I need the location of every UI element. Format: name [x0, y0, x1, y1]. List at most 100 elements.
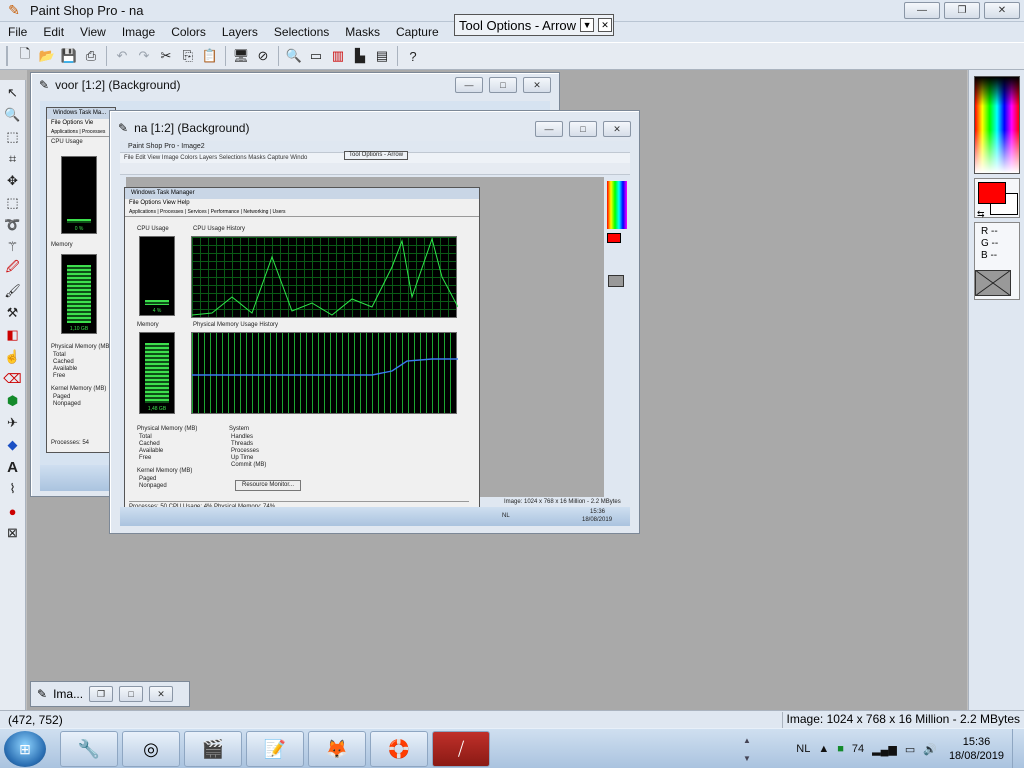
- document-minimize-button[interactable]: —: [455, 77, 483, 93]
- zoom-tool-icon[interactable]: 🔍: [2, 104, 24, 126]
- paintbrush-tool-icon[interactable]: 🖌: [2, 280, 24, 302]
- toggle-histogram-icon[interactable]: ▙: [349, 45, 371, 67]
- color-swatches: ⇆: [974, 178, 1020, 220]
- crop-tool-icon[interactable]: ⌗: [2, 148, 24, 170]
- paste-icon[interactable]: 📋: [199, 45, 221, 67]
- menu-image[interactable]: Image: [114, 25, 163, 39]
- tray-app-icon[interactable]: ■: [833, 743, 848, 755]
- document-minimize-button[interactable]: —: [535, 121, 563, 137]
- document-close-button[interactable]: ✕: [523, 77, 551, 93]
- image-info: Image: 1024 x 768 x 16 Million - 2.2 MBy…: [781, 712, 1020, 728]
- minimize-button[interactable]: —: [904, 2, 940, 19]
- toolbar-grip[interactable]: [6, 46, 10, 66]
- freehand-tool-icon[interactable]: ➰: [2, 214, 24, 236]
- toggle-layer-palette-icon[interactable]: ▤: [371, 45, 393, 67]
- selection-tool-icon[interactable]: ⬚: [2, 192, 24, 214]
- battery-icon[interactable]: ▭: [901, 743, 919, 756]
- cursor-coordinates: (472, 752): [8, 712, 63, 727]
- tool-options-dropdown-button[interactable]: ▼: [580, 18, 595, 32]
- open-icon[interactable]: 📂: [36, 45, 58, 67]
- minimized-close-button[interactable]: ✕: [149, 686, 174, 702]
- clone-brush-tool-icon[interactable]: ⚒: [2, 302, 24, 324]
- draw-tool-icon[interactable]: ⌇: [2, 478, 24, 500]
- swap-colors-icon[interactable]: ⇆: [977, 209, 985, 220]
- color-spectrum[interactable]: [974, 76, 1020, 174]
- deformation-tool-icon[interactable]: ⬚: [2, 126, 24, 148]
- full-screen-preview-icon[interactable]: 🖥: [230, 45, 252, 67]
- menu-colors[interactable]: Colors: [163, 25, 214, 39]
- menu-view[interactable]: View: [72, 25, 114, 39]
- minimized-document-window[interactable]: ✎ Ima... ❐ □ ✕: [30, 681, 190, 707]
- document-window-na[interactable]: ✎ na [1:2] (Background) — □ ✕ Paint Shop…: [109, 110, 640, 534]
- zoom-icon[interactable]: 🔍: [283, 45, 305, 67]
- minimized-restore-button[interactable]: ❐: [89, 686, 114, 702]
- text-tool-icon[interactable]: A: [2, 456, 24, 478]
- document-canvas[interactable]: Paint Shop Pro - Image2 File Edit View I…: [120, 141, 630, 526]
- tray-number[interactable]: 74: [848, 743, 868, 755]
- cut-icon[interactable]: ✂: [155, 45, 177, 67]
- memory-label: Memory: [137, 322, 159, 328]
- document-maximize-button[interactable]: □: [489, 77, 517, 93]
- cpu-history-graph: [191, 236, 458, 318]
- menu-capture[interactable]: Capture: [388, 25, 447, 39]
- toolbar-separator: [397, 46, 398, 66]
- show-hidden-icons[interactable]: ▲: [814, 743, 833, 755]
- print-icon[interactable]: ⎙: [80, 45, 102, 67]
- transparent-no-fill-icon[interactable]: [975, 270, 1011, 296]
- copy-icon[interactable]: ⎘: [177, 45, 199, 67]
- menu-selections[interactable]: Selections: [266, 25, 337, 39]
- menu-layers[interactable]: Layers: [214, 25, 266, 39]
- eraser-tool-icon[interactable]: ⌫: [2, 368, 24, 390]
- control-panel-icon[interactable]: 🔧: [60, 731, 118, 767]
- flood-fill-tool-icon[interactable]: ◆: [2, 434, 24, 456]
- redo-icon[interactable]: ↷: [133, 45, 155, 67]
- video-editor-icon[interactable]: 🎬: [184, 731, 242, 767]
- help-lifebuoy-icon[interactable]: 🛟: [370, 731, 428, 767]
- undo-icon[interactable]: ↶: [111, 45, 133, 67]
- retouch-tool-icon[interactable]: ☝: [2, 346, 24, 368]
- tool-options-close-button[interactable]: ✕: [598, 18, 613, 32]
- pdf-reader-icon[interactable]: ⧸: [432, 731, 490, 767]
- volume-icon[interactable]: 🔊: [919, 743, 941, 756]
- menu-edit[interactable]: Edit: [35, 25, 72, 39]
- picture-tube-tool-icon[interactable]: ⬢: [2, 390, 24, 412]
- g-value: G --: [981, 238, 999, 249]
- minimized-maximize-button[interactable]: □: [119, 686, 144, 702]
- notepad-icon[interactable]: 📝: [246, 731, 304, 767]
- screenshot-color-panel: [604, 177, 630, 497]
- network-icon[interactable]: ▂▄▆: [868, 743, 901, 756]
- menu-masks[interactable]: Masks: [337, 25, 388, 39]
- firefox-icon[interactable]: 🦊: [308, 731, 366, 767]
- tray-scroll[interactable]: ▲ ▼: [742, 731, 752, 767]
- save-icon[interactable]: 💾: [58, 45, 80, 67]
- cpu-usage-label: CPU Usage: [137, 226, 169, 232]
- document-close-button[interactable]: ✕: [603, 121, 631, 137]
- foreground-color-swatch[interactable]: [978, 182, 1006, 204]
- color-palette: ⇆ R -- G -- B --: [968, 70, 1024, 710]
- document-maximize-button[interactable]: □: [569, 121, 597, 137]
- new-icon[interactable]: 🗋: [14, 45, 36, 67]
- tool-options-window[interactable]: Tool Options - Arrow ▼ ✕: [454, 14, 614, 36]
- restore-button[interactable]: ❐: [944, 2, 980, 19]
- show-desktop-button[interactable]: [1012, 729, 1024, 768]
- start-button[interactable]: ⊞: [4, 731, 46, 767]
- preset-shapes-tool-icon[interactable]: ●: [2, 500, 24, 522]
- magic-wand-tool-icon[interactable]: ⚚: [2, 236, 24, 258]
- screenshot-tool-options: Tool Options - Arrow: [344, 151, 409, 160]
- toggle-color-palette-icon[interactable]: ▥: [327, 45, 349, 67]
- normal-viewing-icon[interactable]: ⊘: [252, 45, 274, 67]
- screenshot-tm-tabs: Applications | Processes | Services | Pe…: [125, 208, 479, 217]
- dropper-tool-icon[interactable]: 🖉: [2, 258, 24, 280]
- mover-tool-icon[interactable]: ✥: [2, 170, 24, 192]
- arrow-tool-icon[interactable]: ↖: [2, 82, 24, 104]
- context-help-icon[interactable]: ?: [402, 45, 424, 67]
- color-replacer-tool-icon[interactable]: ◧: [2, 324, 24, 346]
- media-center-icon[interactable]: ◎: [122, 731, 180, 767]
- clock[interactable]: 15:36 18/08/2019: [941, 735, 1012, 763]
- menu-file[interactable]: File: [0, 25, 35, 39]
- object-selector-tool-icon[interactable]: ⊠: [2, 522, 24, 544]
- close-button[interactable]: ✕: [984, 2, 1020, 19]
- toggle-toolbar-icon[interactable]: ▭: [305, 45, 327, 67]
- airbrush-tool-icon[interactable]: ✈: [2, 412, 24, 434]
- language-indicator[interactable]: NL: [792, 743, 814, 755]
